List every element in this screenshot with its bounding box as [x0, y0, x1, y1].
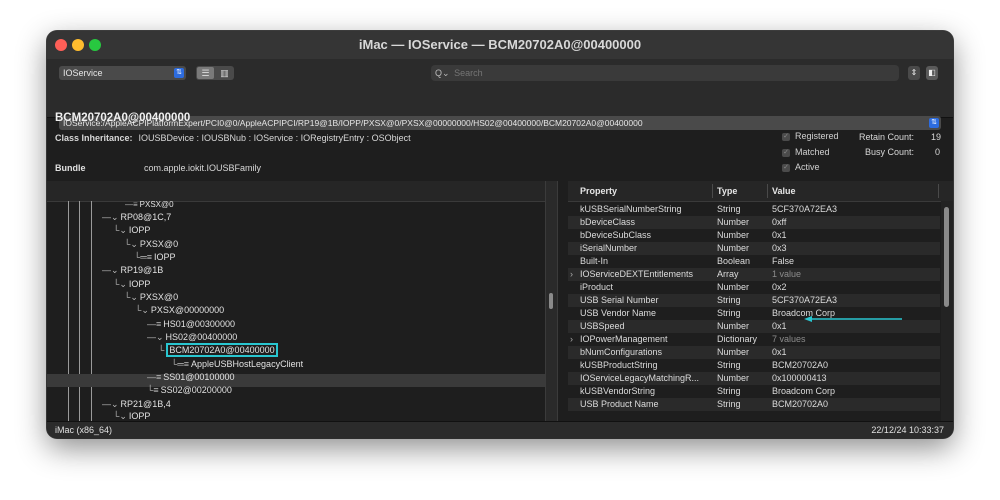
tree-row[interactable]: └⌄ IOPP [113, 411, 150, 421]
tree-row[interactable]: —≡ HS01@00300000 [147, 319, 235, 329]
matched-checkbox: ✓ Matched [782, 147, 830, 157]
retain-count-label: Retain Count: [859, 132, 915, 142]
split-view: —≡ PXSX@0 —⌄ RP08@1C,7 └⌄ IOPP └⌄ PXSX@0 └═≡… [47, 181, 953, 421]
disclosure-triangle-icon[interactable]: › [570, 333, 573, 346]
column-header-value[interactable]: Value [772, 186, 796, 196]
property-row[interactable]: › IOServiceDEXTEntitlements Array 1 value [568, 268, 940, 281]
scrollbar-thumb[interactable] [944, 207, 949, 307]
tree-selected-row [47, 374, 545, 387]
active-label: Active [795, 162, 820, 172]
machine-label: iMac (x86_64) [55, 425, 113, 435]
plane-popup-label: IOService [63, 68, 103, 78]
property-row[interactable]: USB Product Name String BCM20702A0 [568, 398, 940, 411]
tree-guide-line [91, 201, 92, 421]
property-row[interactable]: bDeviceSubClass Number 0x1 [568, 229, 940, 242]
toolbar: IOService ⇅ ☰ ▥ Q⌄ ⇕ ◧ IOService:/AppleA… [47, 59, 953, 130]
tree-row[interactable]: └═≡ IOPP [134, 252, 176, 262]
status-bar: iMac (x86_64) 22/12/24 10:33:37 [47, 421, 953, 438]
property-row[interactable]: IOServiceLegacyMatchingR... Number 0x10000… [568, 372, 940, 385]
plane-popup[interactable]: IOService ⇅ [59, 66, 186, 80]
tree-row[interactable]: —≡ SS01@00100000 [147, 372, 234, 382]
class-inheritance: Class Inheritance: IOUSBDevice : IOUSBNub… [55, 133, 411, 143]
chevron-updown-icon: ⇅ [929, 118, 939, 128]
tree-row[interactable]: └⌄ IOPP [113, 279, 150, 290]
search-input[interactable] [454, 68, 855, 78]
tree-row[interactable]: —≡ PXSX@0 [125, 200, 174, 209]
split-divider[interactable] [545, 181, 558, 421]
retain-count-value: 19 [931, 132, 942, 142]
view-mode-control: ☰ ▥ [196, 66, 234, 80]
search-field[interactable]: Q⌄ [431, 65, 899, 81]
divider-grip-icon[interactable] [549, 293, 553, 309]
object-name: BCM20702A0@00400000 [55, 112, 191, 124]
property-row[interactable]: › IOPowerManagement Dictionary 7 values [568, 333, 940, 346]
properties-header: Property Type Value [568, 181, 953, 202]
search-icon: Q⌄ [435, 68, 450, 78]
path-popup[interactable]: IOService:/AppleACPIPlatformExpert/PCI0@… [59, 116, 941, 130]
tree-row[interactable]: —⌄ RP19@1B [102, 265, 163, 276]
annotation-arrow-icon [804, 316, 902, 322]
bundle-label: Bundle [55, 163, 86, 173]
properties-table[interactable]: Property Type Value kUSBSerialNumberStri… [568, 181, 953, 421]
ioreg-window: iMac — IOService — BCM20702A0@00400000 I… [47, 31, 953, 438]
column-header-property[interactable]: Property [580, 186, 617, 196]
column-header-type[interactable]: Type [717, 186, 737, 196]
property-row[interactable]: kUSBVendorString String Broadcom Corp [568, 385, 940, 398]
column-view-icon[interactable]: ▥ [216, 67, 233, 79]
tree-row[interactable]: └⌄ PXSX@00000000 [135, 305, 224, 316]
tree-row[interactable]: —⌄ HS02@00400000 [147, 332, 237, 343]
tree-row[interactable]: —⌄ RP21@1B,4 [102, 399, 171, 410]
property-row[interactable]: bNumConfigurations Number 0x1 [568, 346, 940, 359]
active-checkbox: ✓ Active [782, 162, 820, 172]
tree-row[interactable]: └⌄ PXSX@0 [124, 292, 178, 303]
property-row[interactable]: bDeviceClass Number 0xff [568, 216, 940, 229]
busy-count: Busy Count: 0 [865, 147, 940, 157]
chevron-updown-icon: ⇅ [174, 68, 184, 78]
registry-tree[interactable]: —≡ PXSX@0 —⌄ RP08@1C,7 └⌄ IOPP └⌄ PXSX@0 └═≡… [47, 181, 545, 421]
tree-guide-line [68, 201, 69, 421]
class-inheritance-label: Class Inheritance: [55, 133, 133, 143]
properties-scrollbar[interactable] [941, 201, 953, 421]
window-title: iMac — IOService — BCM20702A0@00400000 [358, 37, 642, 52]
checkmark-icon: ✓ [782, 163, 790, 172]
tree-row[interactable]: └⌄ IOPP [113, 225, 150, 236]
property-row[interactable]: iProduct Number 0x2 [568, 281, 940, 294]
property-row[interactable]: Built-In Boolean False [568, 255, 940, 268]
property-row[interactable]: kUSBProductString String BCM20702A0 [568, 359, 940, 372]
tree-row[interactable]: —⌄ RP08@1C,7 [102, 212, 171, 223]
list-view-icon[interactable]: ☰ [197, 67, 214, 79]
selected-node-highlight: BCM20702A0@00400000 [166, 343, 278, 357]
checkmark-icon: ✓ [782, 148, 790, 157]
tree-guide-line [79, 201, 80, 421]
disclosure-triangle-icon[interactable]: › [570, 268, 573, 281]
busy-count-label: Busy Count: [865, 147, 915, 157]
registered-checkbox: ✓ Registered [782, 131, 839, 141]
timestamp: 22/12/24 10:33:37 [871, 425, 944, 435]
bundle-value: com.apple.iokit.IOUSBFamily [144, 163, 262, 173]
checkmark-icon: ✓ [782, 132, 790, 141]
tree-row-selected[interactable]: └ BCM20702A0@00400000 [158, 343, 278, 357]
property-row[interactable]: kUSBSerialNumberString String 5CF370A72EA3 [568, 203, 940, 216]
property-row[interactable]: USB Serial Number String 5CF370A72EA3 [568, 294, 940, 307]
matched-label: Matched [795, 147, 830, 157]
tree-row[interactable]: └═≡ AppleUSBHostLegacyClient [171, 359, 303, 369]
retain-count: Retain Count: 19 [859, 132, 941, 142]
property-row[interactable]: iSerialNumber Number 0x3 [568, 242, 940, 255]
title-bar: iMac — IOService — BCM20702A0@00400000 [47, 31, 953, 60]
busy-count-value: 0 [935, 147, 941, 157]
registered-label: Registered [795, 131, 839, 141]
inspector-toggle-icon[interactable]: ◧ [926, 66, 938, 80]
refresh-icon[interactable]: ⇕ [908, 66, 920, 80]
class-inheritance-value: IOUSBDevice : IOUSBNub : IOService : IOR… [138, 133, 411, 143]
tree-header [47, 181, 545, 202]
tree-row[interactable]: └≡ SS02@00200000 [147, 385, 232, 395]
tree-row[interactable]: └⌄ PXSX@0 [124, 239, 178, 250]
